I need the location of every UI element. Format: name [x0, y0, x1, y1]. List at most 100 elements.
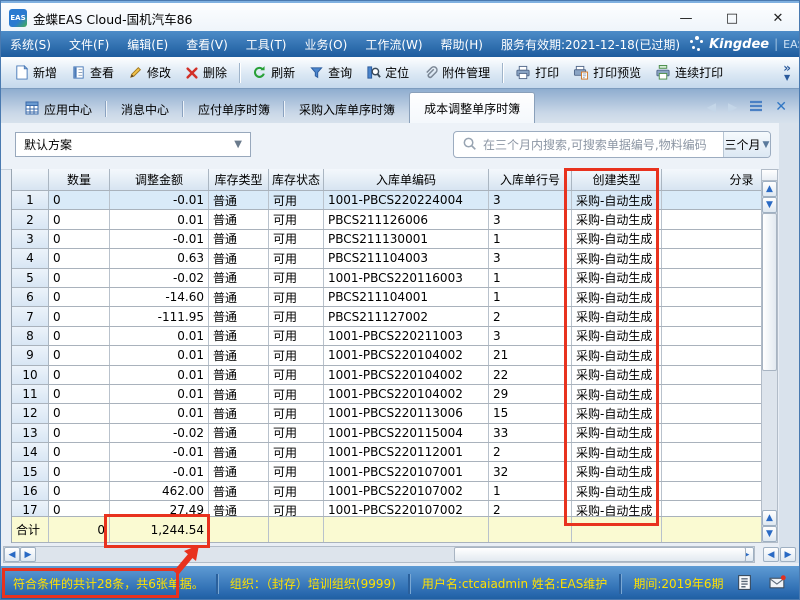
column-header-6[interactable]: 入库单行号	[489, 169, 572, 190]
table-row-12[interactable]: 1200.01普通可用1001-PBCS22011300615采购-自动生成	[12, 404, 762, 423]
menu-item-3[interactable]: 编辑(E)	[118, 36, 177, 53]
scheme-select[interactable]: 默认方案 ▼	[15, 132, 251, 157]
column-header-7[interactable]: 创建类型	[572, 169, 662, 190]
toolbar-button-view[interactable]: 查看	[64, 61, 121, 84]
toolbar-button-attachment[interactable]: 附件管理	[416, 61, 497, 84]
cell-amount: -14.60	[110, 288, 209, 306]
mail-icon[interactable]	[769, 574, 787, 594]
column-header-1[interactable]: 数量	[49, 169, 110, 190]
table-row-6[interactable]: 60-14.60普通可用PBCS2111040011采购-自动生成	[12, 288, 762, 307]
table-row-2[interactable]: 200.01普通可用PBCS2111260063采购-自动生成	[12, 210, 762, 229]
cell-created: 采购-自动生成	[572, 424, 662, 442]
cell-created: 采购-自动生成	[572, 307, 662, 325]
tab-4[interactable]: 采购入库单序时簿	[285, 96, 409, 123]
scroll-up-icon[interactable]: ▲	[762, 510, 777, 526]
scroll-right-icon[interactable]: ▶	[780, 547, 796, 562]
cell-code: 1001-PBCS220113006	[324, 404, 489, 422]
toolbar-button-query[interactable]: 查询	[302, 61, 359, 84]
scroll-down-icon[interactable]: ▼	[762, 526, 777, 542]
cell-entry	[662, 230, 762, 248]
table-row-11[interactable]: 1100.01普通可用1001-PBCS22010400229采购-自动生成	[12, 385, 762, 404]
app-window: EAS 金蝶EAS Cloud-国机汽车86 — □ ✕ 系统(S)文件(F)编…	[0, 0, 800, 600]
toolbar-button-delete[interactable]: 删除	[178, 61, 234, 84]
cell-qty: 0	[49, 346, 110, 364]
status-message: 符合条件的共计28条，共6张单据。	[1, 575, 216, 592]
menu-item-2[interactable]: 文件(F)	[60, 36, 118, 53]
title-bar: EAS 金蝶EAS Cloud-国机汽车86 — □ ✕	[1, 1, 800, 34]
table-row-14[interactable]: 140-0.01普通可用1001-PBCS2201120012采购-自动生成	[12, 443, 762, 462]
tab-1[interactable]: 应用中心	[11, 96, 106, 123]
table-row-1[interactable]: 10-0.01普通可用1001-PBCS2202240043采购-自动生成	[12, 191, 762, 210]
cell-created: 采购-自动生成	[572, 462, 662, 480]
table-row-8[interactable]: 800.01普通可用1001-PBCS2202110033采购-自动生成	[12, 327, 762, 346]
toolbar-button-refresh[interactable]: 刷新	[245, 61, 302, 84]
column-header-4[interactable]: 库存状态	[269, 169, 324, 190]
secondary-horizontal-scrollbar[interactable]: ◀ ▶	[763, 546, 799, 563]
status-user: 用户名:ctcaiadmin 姓名:EAS维护	[410, 575, 620, 592]
toolbar-button-print-continuous[interactable]: 连续打印	[648, 61, 730, 84]
column-header-8[interactable]: 分录	[662, 169, 762, 190]
cell-entry	[662, 385, 762, 403]
tab-close-icon[interactable]: ✕	[775, 99, 787, 115]
menu-item-1[interactable]: 系统(S)	[1, 36, 60, 53]
menu-item-8[interactable]: 帮助(H)	[432, 36, 492, 53]
tab-list-icon[interactable]	[749, 100, 763, 115]
scroll-right-icon[interactable]: ▶	[20, 547, 36, 562]
tab-scroll-right-icon[interactable]: ▶	[728, 100, 737, 114]
scroll-left-icon[interactable]: ◀	[4, 547, 20, 562]
search-input[interactable]: 在三个月内搜索,可搜索单据编号,物料编码	[454, 132, 723, 157]
minimize-button[interactable]: —	[663, 3, 709, 33]
menu-item-7[interactable]: 工作流(W)	[356, 36, 431, 53]
scroll-down-icon[interactable]: ▼	[762, 197, 777, 213]
table-row-5[interactable]: 50-0.02普通可用1001-PBCS2201160031采购-自动生成	[12, 269, 762, 288]
toolbar-button-print[interactable]: 打印	[508, 61, 566, 84]
cell-code: 1001-PBCS220107001	[324, 462, 489, 480]
column-header-rownum[interactable]	[12, 169, 49, 190]
cell-status: 可用	[269, 501, 324, 516]
tab-bar: 应用中心消息中心应付单序时簿采购入库单序时簿成本调整单序时簿 ◀ ▶ ✕	[1, 89, 800, 123]
table-row-17[interactable]: 17027.49普通可用1001-PBCS2201070022采购-自动生成	[12, 501, 762, 516]
toolbar-button-label: 新增	[33, 64, 57, 81]
cell-code: PBCS211104001	[324, 288, 489, 306]
cell-created: 采购-自动生成	[572, 230, 662, 248]
menu-item-6[interactable]: 业务(O)	[296, 36, 357, 53]
toolbar-button-label: 打印	[535, 64, 559, 81]
toolbar-button-print-preview[interactable]: 打印预览	[566, 61, 648, 84]
tab-5[interactable]: 成本调整单序时簿	[409, 92, 535, 123]
scroll-up-icon[interactable]: ▲	[762, 181, 777, 197]
tab-3[interactable]: 应付单序时簿	[184, 96, 284, 123]
vertical-scrollbar[interactable]: ▲ ▼ ▲ ▼	[761, 169, 778, 543]
table-row-9[interactable]: 900.01普通可用1001-PBCS22010400221采购-自动生成	[12, 346, 762, 365]
column-header-3[interactable]: 库存类型	[209, 169, 269, 190]
close-button[interactable]: ✕	[755, 3, 800, 33]
tab-scroll-left-icon[interactable]: ◀	[707, 100, 716, 114]
scroll-left-icon[interactable]: ◀	[763, 547, 779, 562]
table-row-15[interactable]: 150-0.01普通可用1001-PBCS22010700132采购-自动生成	[12, 462, 762, 481]
search-range-select[interactable]: 三个月 ▼	[723, 132, 770, 157]
cell-amount: -0.02	[110, 269, 209, 287]
toolbar-button-locate[interactable]: 定位	[359, 61, 416, 84]
table-row-4[interactable]: 400.63普通可用PBCS2111040033采购-自动生成	[12, 249, 762, 268]
column-header-5[interactable]: 入库单编码	[324, 169, 489, 190]
column-header-2[interactable]: 调整金额	[110, 169, 209, 190]
horizontal-scrollbar[interactable]: ◀ ▶ ◀ ▶	[3, 546, 755, 563]
toolbar-overflow-button[interactable]: »▼	[783, 64, 791, 82]
maximize-button[interactable]: □	[709, 3, 755, 33]
report-icon[interactable]	[736, 574, 753, 594]
table-row-3[interactable]: 30-0.01普通可用PBCS2111300011采购-自动生成	[12, 230, 762, 249]
tab-2[interactable]: 消息中心	[107, 96, 183, 123]
cell-entry	[662, 346, 762, 364]
horizontal-scroll-thumb[interactable]	[454, 547, 746, 562]
menu-item-4[interactable]: 查看(V)	[177, 36, 237, 53]
table-row-13[interactable]: 130-0.02普通可用1001-PBCS22011500433采购-自动生成	[12, 424, 762, 443]
table-row-7[interactable]: 70-111.95普通可用PBCS2111270022采购-自动生成	[12, 307, 762, 326]
table-row-10[interactable]: 1000.01普通可用1001-PBCS22010400222采购-自动生成	[12, 366, 762, 385]
cell-amount: -111.95	[110, 307, 209, 325]
cell-created: 采购-自动生成	[572, 482, 662, 500]
toolbar-button-edit[interactable]: 修改	[121, 61, 178, 84]
toolbar-button-new-doc[interactable]: 新增	[7, 61, 64, 84]
table-row-16[interactable]: 160462.00普通可用1001-PBCS2201070021采购-自动生成	[12, 482, 762, 501]
row-number: 14	[12, 443, 49, 461]
vertical-scroll-thumb[interactable]	[762, 213, 777, 371]
menu-item-5[interactable]: 工具(T)	[237, 36, 296, 53]
